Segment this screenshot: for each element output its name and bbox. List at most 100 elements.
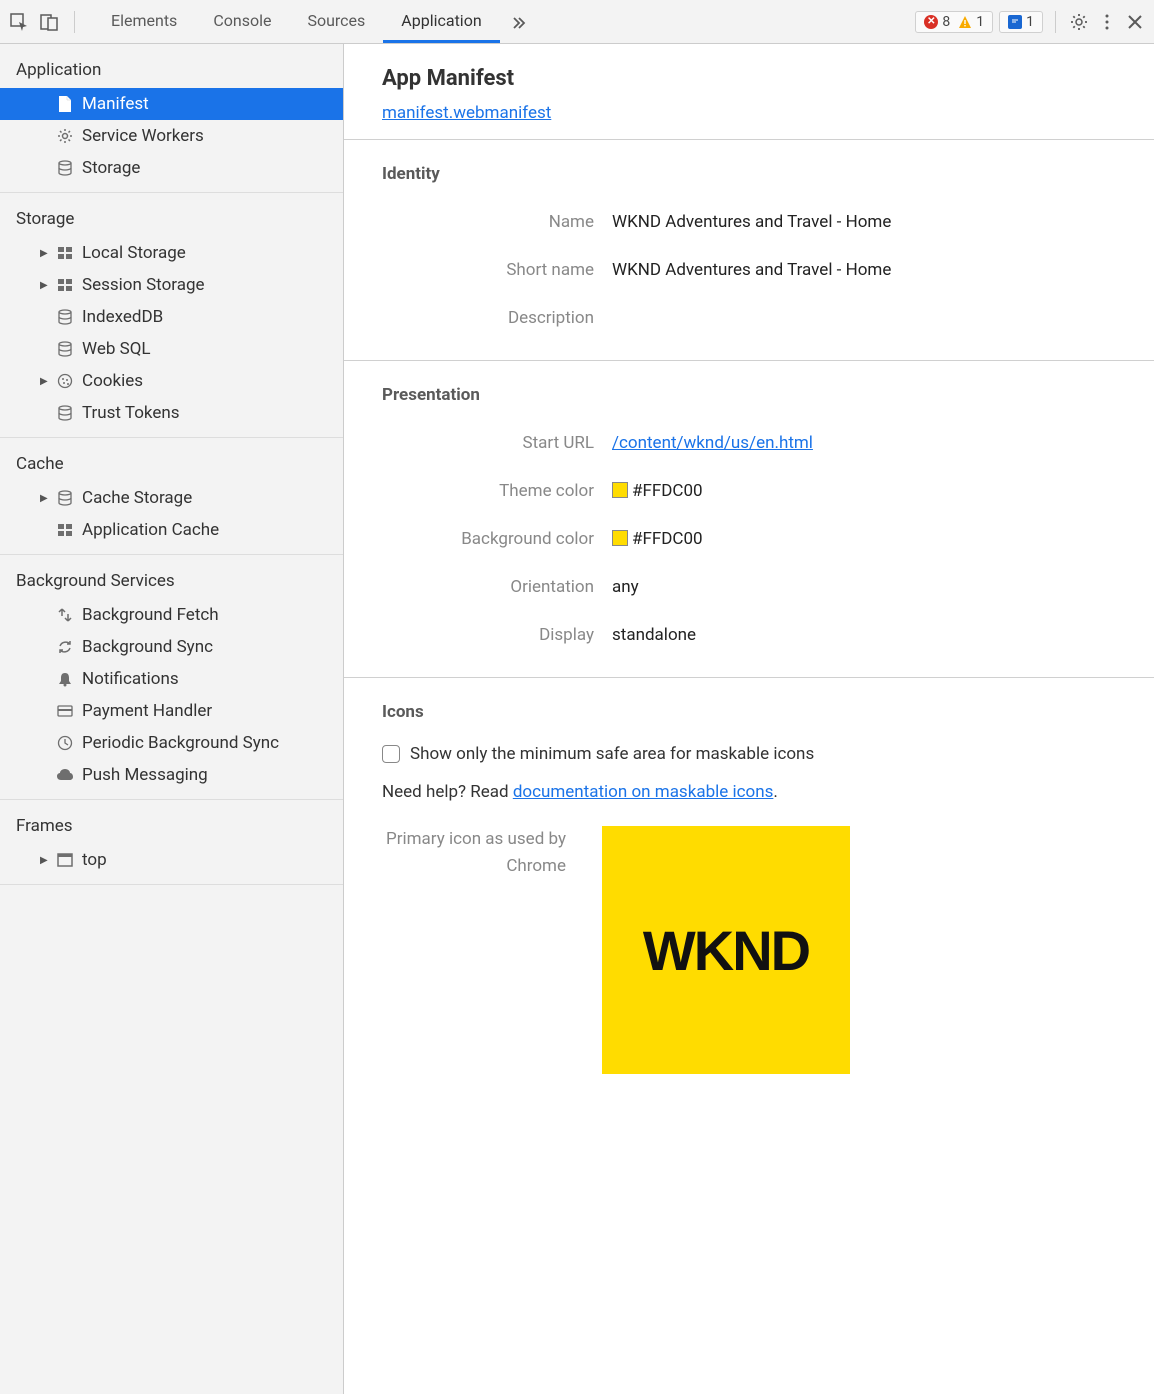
sidebar-item-application-cache[interactable]: Application Cache <box>0 514 343 546</box>
kv-themecolor: Theme color #FFDC00 <box>344 467 1154 515</box>
primary-icon-row: Primary icon as used by Chrome WKND <box>344 812 1154 1088</box>
label-themecolor: Theme color <box>382 481 612 501</box>
devtools-toolbar: Elements Console Sources Application ✕ 8… <box>0 0 1154 44</box>
sidebar-heading-background: Background Services <box>0 563 343 599</box>
maskable-docs-link[interactable]: documentation on maskable icons <box>513 782 774 802</box>
more-tabs-icon[interactable] <box>508 11 530 33</box>
help-prefix: Need help? Read <box>382 782 513 802</box>
help-suffix: . <box>773 782 777 802</box>
tab-elements[interactable]: Elements <box>93 1 195 43</box>
value-orientation: any <box>612 577 1116 597</box>
sidebar-item-label: Payment Handler <box>82 701 212 721</box>
tab-console[interactable]: Console <box>195 1 289 43</box>
error-warning-badge[interactable]: ✕ 8 1 <box>915 11 993 33</box>
label-orientation: Orientation <box>382 577 612 597</box>
label-description: Description <box>382 308 612 328</box>
section-icons: Icons Show only the minimum safe area fo… <box>344 678 1154 1106</box>
gear-icon <box>56 128 74 144</box>
sidebar-item-label: Notifications <box>82 669 179 689</box>
sidebar-item-label: Trust Tokens <box>82 403 180 423</box>
sidebar-item-trust-tokens[interactable]: Trust Tokens <box>0 397 343 429</box>
sidebar-item-label: Web SQL <box>82 339 151 359</box>
label-starturl: Start URL <box>382 433 612 453</box>
warning-icon <box>958 15 972 29</box>
page-title: App Manifest <box>382 66 1116 91</box>
value-themecolor: #FFDC00 <box>612 481 1116 501</box>
expand-arrow-icon[interactable]: ▶ <box>40 376 48 387</box>
clock-icon <box>56 735 74 751</box>
sidebar-item-websql[interactable]: Web SQL <box>0 333 343 365</box>
sidebar-item-storage[interactable]: Storage <box>0 152 343 184</box>
device-toggle-icon[interactable] <box>38 11 60 33</box>
warning-count: 1 <box>976 14 984 30</box>
sidebar-item-top-frame[interactable]: ▶ top <box>0 844 343 876</box>
label-name: Name <box>382 212 612 232</box>
sidebar-section-cache: Cache ▶ Cache Storage Application Cache <box>0 438 343 555</box>
primary-icon-preview: WKND <box>602 826 850 1074</box>
panel-tabs: Elements Console Sources Application <box>93 1 915 43</box>
sidebar-item-background-sync[interactable]: Background Sync <box>0 631 343 663</box>
sidebar-item-notifications[interactable]: Notifications <box>0 663 343 695</box>
sidebar-item-label: IndexedDB <box>82 307 163 327</box>
expand-arrow-icon[interactable]: ▶ <box>40 493 48 504</box>
sidebar-item-session-storage[interactable]: ▶ Session Storage <box>0 269 343 301</box>
fetch-icon <box>56 607 74 623</box>
bgcolor-swatch <box>612 530 628 546</box>
sidebar-section-storage: Storage ▶ Local Storage ▶ Session Storag… <box>0 193 343 438</box>
sidebar-section-frames: Frames ▶ top <box>0 800 343 885</box>
sidebar-item-label: Periodic Background Sync <box>82 733 279 753</box>
document-icon <box>56 95 74 113</box>
kebab-menu-icon[interactable] <box>1096 11 1118 33</box>
sidebar-item-label: Application Cache <box>82 520 219 540</box>
value-starturl: /content/wknd/us/en.html <box>612 433 1116 453</box>
database-icon <box>56 490 74 506</box>
table-icon <box>56 278 74 292</box>
sidebar-item-background-fetch[interactable]: Background Fetch <box>0 599 343 631</box>
value-display: standalone <box>612 625 1116 645</box>
issue-icon <box>1008 15 1022 29</box>
label-display: Display <box>382 625 612 645</box>
main-panel: App Manifest manifest.webmanifest Identi… <box>344 44 1154 1394</box>
value-shortname: WKND Adventures and Travel - Home <box>612 260 1116 280</box>
label-primary-icon: Primary icon as used by Chrome <box>366 826 584 880</box>
kv-starturl: Start URL /content/wknd/us/en.html <box>344 419 1154 467</box>
issues-badge[interactable]: 1 <box>999 11 1043 33</box>
table-icon <box>56 523 74 537</box>
bgcolor-text: #FFDC00 <box>632 529 703 549</box>
error-count: 8 <box>942 14 950 30</box>
sidebar-heading-cache: Cache <box>0 446 343 482</box>
label-bgcolor: Background color <box>382 529 612 549</box>
sidebar-item-cookies[interactable]: ▶ Cookies <box>0 365 343 397</box>
sidebar-item-manifest[interactable]: Manifest <box>0 88 343 120</box>
sidebar-item-cache-storage[interactable]: ▶ Cache Storage <box>0 482 343 514</box>
sidebar-item-periodic-sync[interactable]: Periodic Background Sync <box>0 727 343 759</box>
section-presentation: Presentation Start URL /content/wknd/us/… <box>344 361 1154 678</box>
expand-arrow-icon[interactable]: ▶ <box>40 248 48 259</box>
error-icon: ✕ <box>924 15 938 29</box>
section-heading-presentation: Presentation <box>344 379 1154 419</box>
sidebar-item-label: Storage <box>82 158 140 178</box>
sidebar: Application Manifest Service Workers <box>0 44 344 1394</box>
toolbar-right: ✕ 8 1 1 <box>915 11 1146 33</box>
sidebar-item-label: Push Messaging <box>82 765 208 785</box>
expand-arrow-icon[interactable]: ▶ <box>40 855 48 866</box>
inspect-icon[interactable] <box>8 11 30 33</box>
starturl-link[interactable]: /content/wknd/us/en.html <box>612 433 813 453</box>
expand-arrow-icon[interactable]: ▶ <box>40 280 48 291</box>
database-icon <box>56 309 74 325</box>
help-row: Need help? Read documentation on maskabl… <box>344 772 1154 812</box>
sidebar-item-indexeddb[interactable]: IndexedDB <box>0 301 343 333</box>
tab-sources[interactable]: Sources <box>289 1 383 43</box>
close-icon[interactable] <box>1124 11 1146 33</box>
tab-application[interactable]: Application <box>383 1 499 43</box>
sidebar-item-payment-handler[interactable]: Payment Handler <box>0 695 343 727</box>
content: Application Manifest Service Workers <box>0 44 1154 1394</box>
maskable-checkbox[interactable] <box>382 745 400 763</box>
toolbar-left <box>8 11 81 33</box>
sidebar-item-push-messaging[interactable]: Push Messaging <box>0 759 343 791</box>
settings-icon[interactable] <box>1068 11 1090 33</box>
sidebar-item-local-storage[interactable]: ▶ Local Storage <box>0 237 343 269</box>
sidebar-item-service-workers[interactable]: Service Workers <box>0 120 343 152</box>
sidebar-item-label: Cache Storage <box>82 488 192 508</box>
manifest-link[interactable]: manifest.webmanifest <box>382 103 551 123</box>
